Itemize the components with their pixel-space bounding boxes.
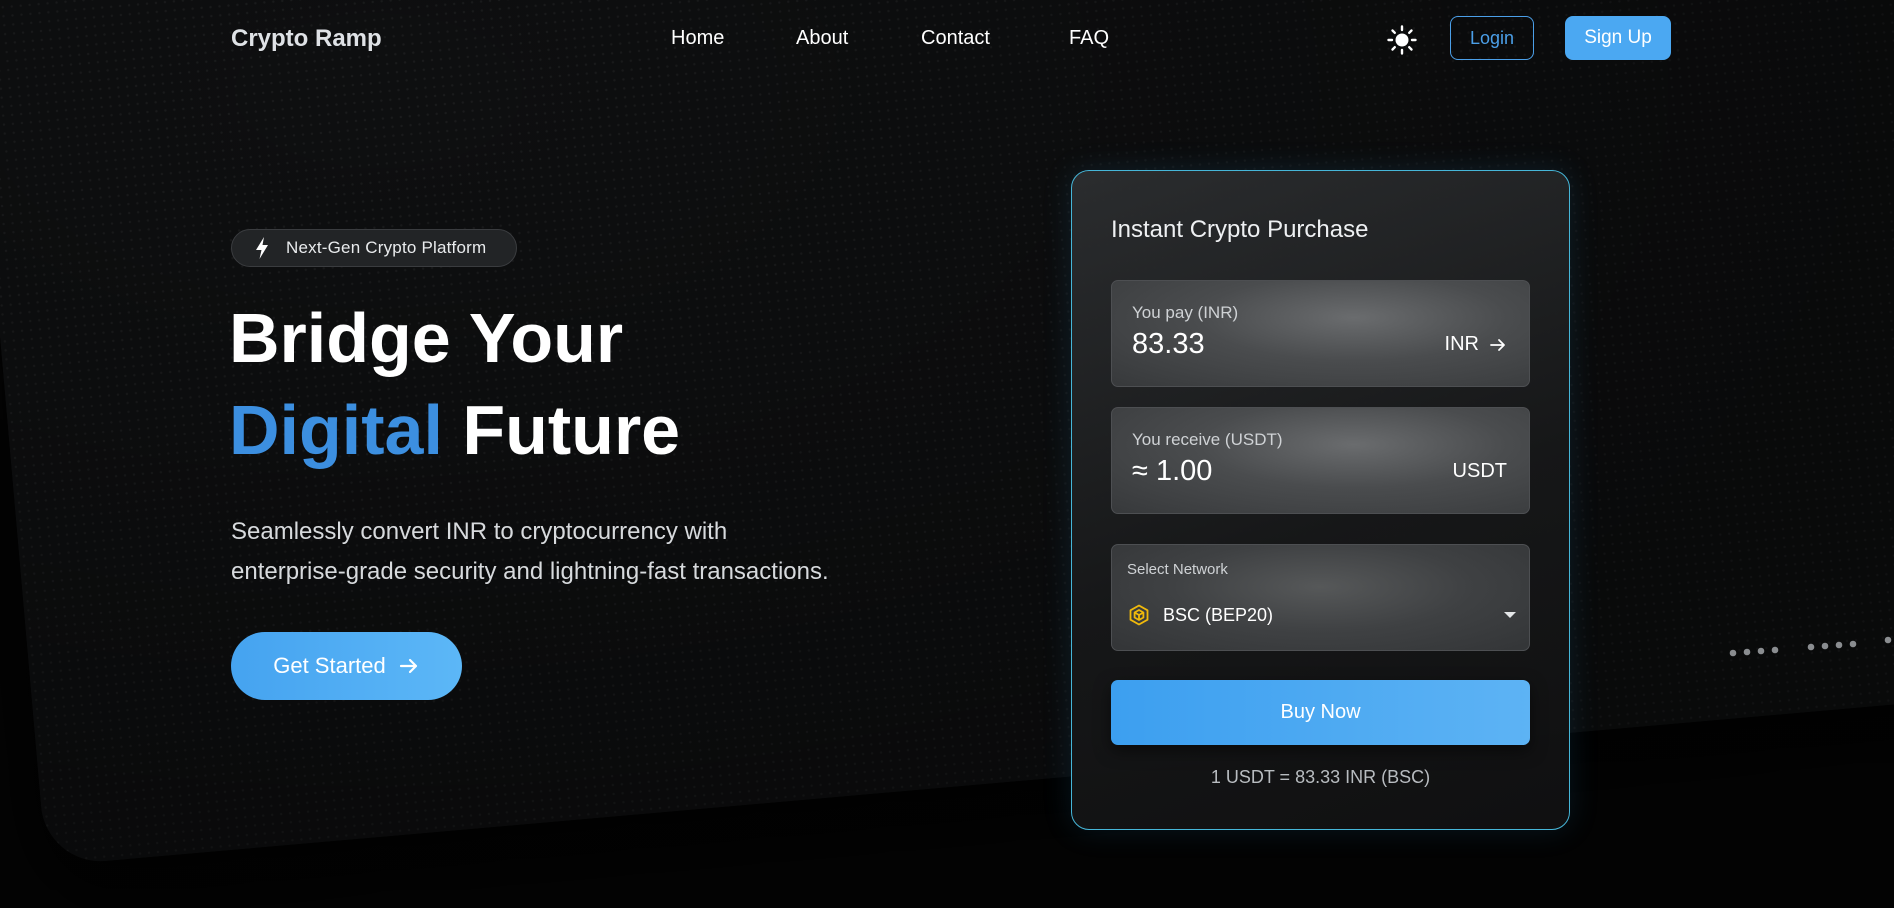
purchase-card: Instant Crypto Purchase You pay (INR) 83…	[1071, 170, 1570, 830]
hero-title-accent: Digital	[229, 391, 443, 469]
hero-subtitle: Seamlessly convert INR to cryptocurrency…	[231, 512, 951, 592]
receive-field[interactable]: You receive (USDT) ≈ 1.00 USDT	[1111, 407, 1530, 514]
platform-badge: Next-Gen Crypto Platform	[231, 229, 517, 267]
network-select[interactable]: BSC (BEP20)	[1127, 597, 1517, 633]
hero-subtitle-line1: Seamlessly convert INR to cryptocurrency…	[231, 518, 728, 545]
get-started-button[interactable]: Get Started	[231, 632, 462, 700]
navbar: Crypto Ramp Home About Contact FAQ Login…	[0, 0, 1894, 78]
network-field: Select Network BSC (BEP20)	[1111, 544, 1530, 651]
pay-currency[interactable]: INR	[1445, 333, 1507, 356]
hero-title-line2: Future	[442, 391, 681, 469]
nav-link-home[interactable]: Home	[671, 27, 724, 50]
nav-link-faq[interactable]: FAQ	[1069, 27, 1109, 50]
pay-currency-label: INR	[1444, 333, 1479, 355]
receive-amount: ≈ 1.00	[1132, 455, 1213, 487]
hero-title-line1: Bridge Your	[229, 299, 624, 377]
lightning-icon	[256, 237, 268, 259]
pay-amount-input[interactable]: 83.33	[1132, 328, 1205, 361]
chevron-down-icon	[1504, 612, 1516, 618]
exchange-rate-text: 1 USDT = 83.33 INR (BSC)	[1210, 767, 1431, 787]
brand-logo[interactable]: Crypto Ramp	[231, 25, 382, 53]
pay-field[interactable]: You pay (INR) 83.33 INR	[1111, 280, 1530, 387]
purchase-card-title: Instant Crypto Purchase	[1111, 216, 1369, 243]
signup-button[interactable]: Sign Up	[1565, 16, 1671, 60]
decorative-dots	[1729, 636, 1892, 657]
login-button[interactable]: Login	[1450, 16, 1534, 60]
theme-toggle-button[interactable]	[1386, 24, 1418, 56]
network-selected-value: BSC (BEP20)	[1163, 604, 1274, 625]
receive-label: You receive (USDT)	[1132, 430, 1283, 449]
hero-subtitle-line2: enterprise-grade security and lightning-…	[231, 558, 829, 585]
nav-link-contact[interactable]: Contact	[921, 27, 990, 50]
network-label: Select Network	[1127, 561, 1228, 578]
receive-currency: USDT	[1452, 460, 1507, 482]
arrow-right-icon	[399, 658, 417, 674]
hero-title: Bridge Your Digital Future	[229, 292, 680, 476]
pay-label: You pay (INR)	[1132, 303, 1239, 322]
arrow-right-icon	[1490, 338, 1505, 351]
sun-icon	[1387, 25, 1417, 55]
buy-now-button[interactable]: Buy Now	[1111, 680, 1530, 745]
get-started-label: Get Started	[273, 653, 386, 678]
badge-text: Next-Gen Crypto Platform	[286, 238, 487, 257]
bnb-icon	[1129, 604, 1149, 626]
nav-link-about[interactable]: About	[796, 27, 848, 50]
